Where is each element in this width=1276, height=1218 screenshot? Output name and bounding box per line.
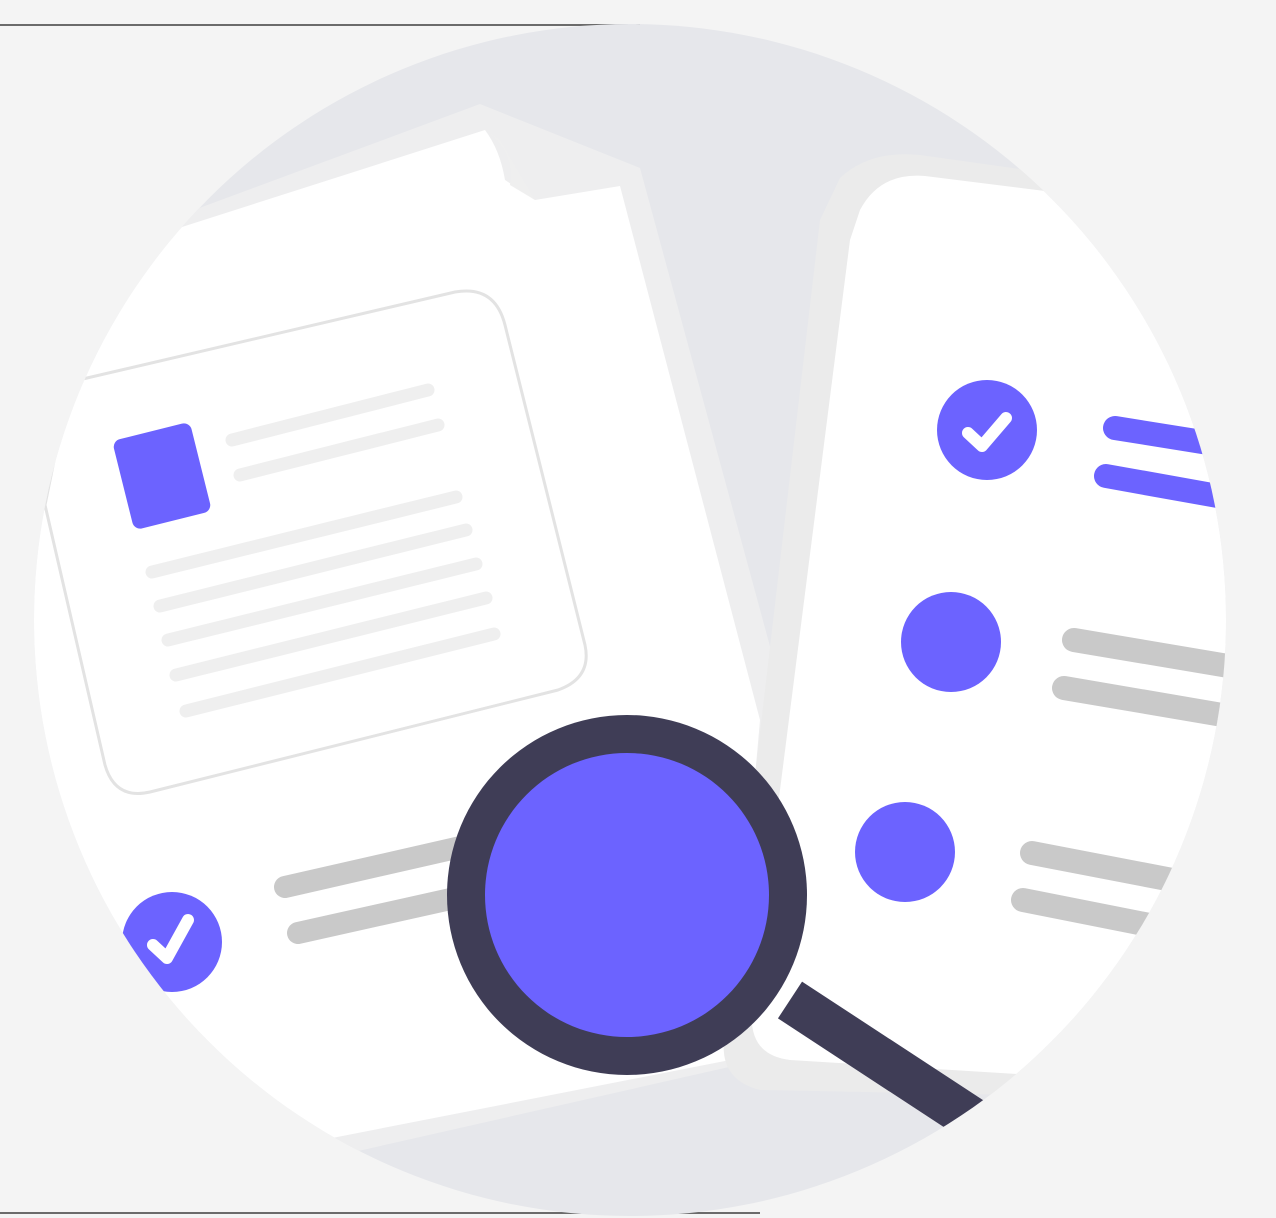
illustration-frame bbox=[0, 0, 1276, 1218]
document-review-illustration bbox=[34, 24, 1226, 1216]
